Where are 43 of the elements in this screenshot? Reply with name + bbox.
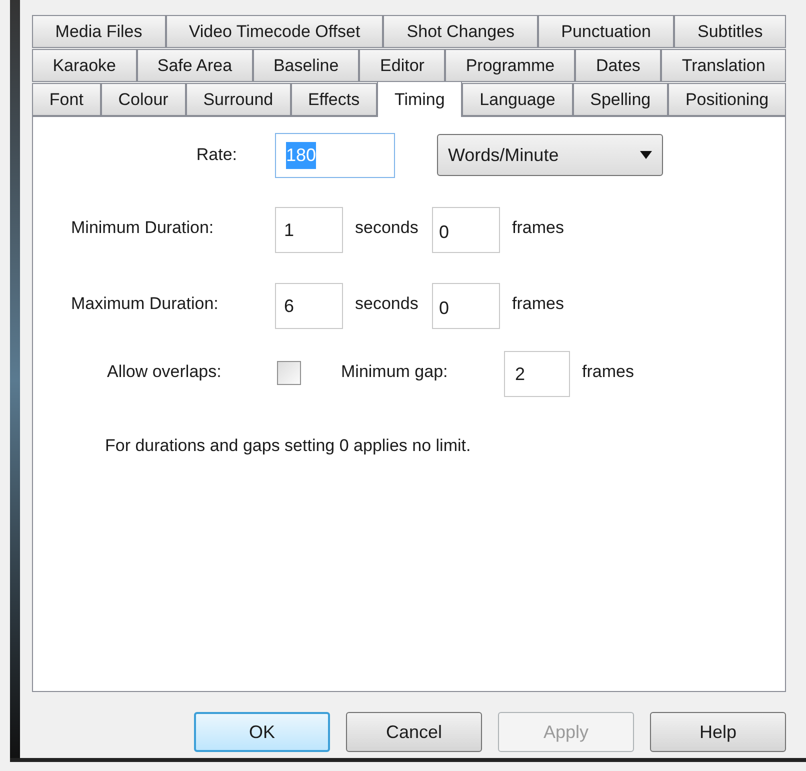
- field-label: Maximum Duration:: [71, 293, 220, 315]
- tab[interactable]: Language: [462, 83, 573, 116]
- gap-field[interactable]: 2: [504, 351, 570, 397]
- unit-label: frames: [582, 361, 634, 383]
- tab[interactable]: Shot Changes: [383, 15, 538, 48]
- field-label: Minimum Duration:: [71, 217, 215, 239]
- checkbox[interactable]: [277, 361, 301, 385]
- tab[interactable]: Karaoke: [32, 49, 137, 82]
- dialog-button[interactable]: Help: [650, 712, 786, 752]
- tab[interactable]: Surround: [186, 83, 291, 116]
- tab[interactable]: Timing: [377, 81, 462, 117]
- number-field[interactable]: 6: [275, 283, 343, 329]
- rate-value: 180: [286, 142, 316, 168]
- number-field[interactable]: 0: [432, 207, 500, 253]
- dialog-button[interactable]: OK: [194, 712, 330, 752]
- tab[interactable]: Programme: [445, 49, 576, 82]
- field-label: Allow overlaps:: [107, 361, 222, 383]
- unit-label: seconds: [355, 217, 420, 239]
- dropdown-arrow-icon: [640, 151, 652, 159]
- tab[interactable]: Safe Area: [136, 49, 253, 82]
- tab[interactable]: Baseline: [252, 49, 360, 82]
- tab[interactable]: Effects: [290, 83, 378, 116]
- tab[interactable]: Colour: [100, 83, 186, 116]
- info-text: For durations and gaps setting 0 applies no limit.: [105, 435, 472, 457]
- units-dropdown[interactable]: Words/Minute: [437, 134, 663, 176]
- tab[interactable]: Media Files: [32, 15, 166, 48]
- tab[interactable]: Spelling: [572, 83, 668, 116]
- tab[interactable]: Font: [32, 83, 101, 116]
- number-field[interactable]: 0: [432, 283, 500, 329]
- unit-label: frames: [512, 293, 564, 315]
- tab[interactable]: Subtitles: [674, 15, 786, 48]
- number-field[interactable]: 1: [275, 207, 343, 253]
- tab[interactable]: Editor: [359, 49, 446, 82]
- dialog-button[interactable]: Cancel: [346, 712, 482, 752]
- unit-label: seconds: [355, 293, 420, 315]
- unit-label: frames: [512, 217, 564, 239]
- tab[interactable]: Dates: [575, 49, 662, 82]
- tab[interactable]: Translation: [661, 49, 786, 82]
- tab[interactable]: Video Timecode Offset: [166, 15, 384, 48]
- field-label: Minimum gap:: [341, 361, 449, 383]
- tab[interactable]: Positioning: [668, 83, 786, 116]
- field-label: Rate:: [195, 144, 238, 166]
- tab[interactable]: Punctuation: [538, 15, 674, 48]
